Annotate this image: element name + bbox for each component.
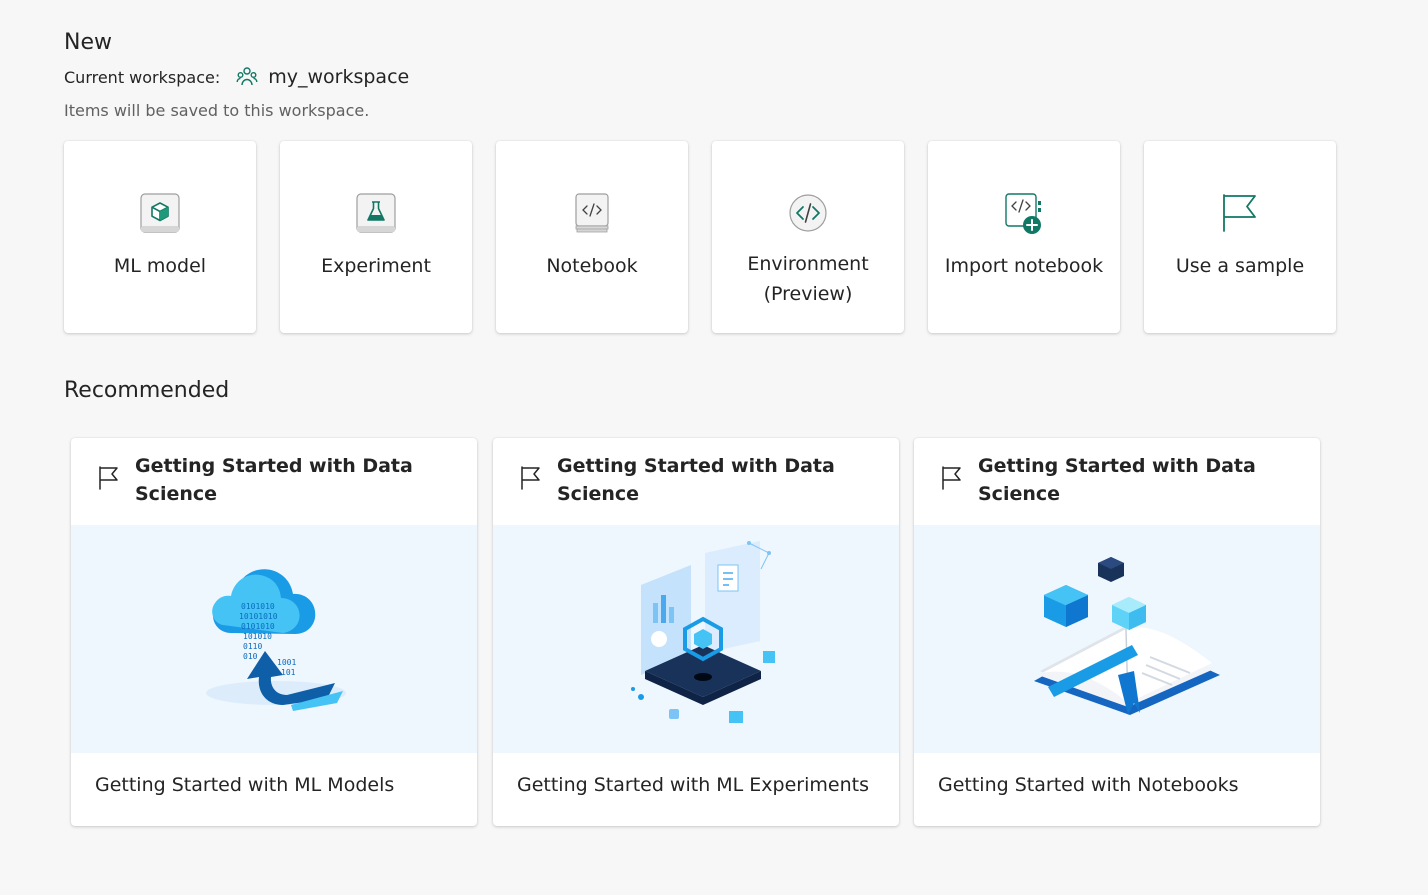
recommended-card-ml-models[interactable]: Getting Started with Data Science 010101… — [71, 438, 477, 826]
svg-text:0101010: 0101010 — [241, 602, 275, 611]
new-import-notebook-card[interactable]: Import notebook — [928, 141, 1120, 333]
recommended-card-notebooks[interactable]: Getting Started with Data Science Gettin… — [914, 438, 1320, 826]
workspace-label: Current workspace: — [64, 67, 221, 87]
notebook-icon — [572, 193, 612, 233]
new-notebook-card[interactable]: Notebook — [496, 141, 688, 333]
recommended-card-footer: Getting Started with ML Models — [95, 774, 395, 796]
save-hint: Items will be saved to this workspace. — [64, 101, 370, 120]
experiment-flask-icon — [356, 193, 396, 233]
environment-code-icon — [788, 193, 828, 233]
svg-text:0110: 0110 — [243, 642, 262, 651]
new-card-label: Notebook — [546, 255, 638, 277]
flag-icon — [519, 466, 543, 490]
ml-model-cube-icon — [140, 193, 180, 233]
flag-icon — [97, 466, 121, 490]
flag-icon — [1220, 193, 1260, 233]
new-card-label: Use a sample — [1175, 255, 1305, 277]
new-item-page: New Current workspace: my_workspace Item… — [0, 0, 1428, 895]
new-card-label: ML model — [113, 255, 207, 277]
cloud-upload-illustration: 0101010 10101010 0101010 101010 0110 010… — [71, 525, 477, 753]
recommended-card-ml-experiments[interactable]: Getting Started with Data Science Gettin… — [493, 438, 899, 826]
book-cubes-illustration — [914, 525, 1320, 753]
svg-text:1001: 1001 — [277, 658, 296, 667]
recommended-card-footer: Getting Started with ML Experiments — [517, 774, 869, 796]
workspace-row: Current workspace: my_workspace — [64, 64, 409, 90]
page-title: New — [64, 30, 112, 55]
use-sample-card[interactable]: Use a sample — [1144, 141, 1336, 333]
new-card-label: Environment (Preview) — [747, 253, 869, 305]
new-card-label: Import notebook — [944, 255, 1104, 277]
recommended-card-heading: Getting Started with Data Science — [135, 455, 413, 505]
svg-text:101010: 101010 — [243, 632, 272, 641]
svg-text:0101010: 0101010 — [241, 622, 275, 631]
svg-text:010: 010 — [243, 652, 258, 661]
new-environment-card[interactable]: Environment (Preview) — [712, 141, 904, 333]
workspace-people-icon — [236, 66, 258, 88]
import-notebook-icon — [1004, 193, 1044, 234]
recommended-card-heading: Getting Started with Data Science — [978, 455, 1256, 505]
recommended-card-heading: Getting Started with Data Science — [557, 455, 835, 505]
new-ml-model-card[interactable]: ML model — [64, 141, 256, 333]
new-experiment-card[interactable]: Experiment — [280, 141, 472, 333]
recommended-heading: Recommended — [64, 378, 230, 403]
new-card-label: Experiment — [321, 255, 431, 277]
svg-text:101: 101 — [281, 668, 296, 677]
recommended-card-footer: Getting Started with Notebooks — [938, 774, 1239, 796]
data-platform-illustration — [493, 525, 899, 753]
flag-icon — [940, 466, 964, 490]
workspace-name[interactable]: my_workspace — [268, 66, 409, 88]
svg-text:10101010: 10101010 — [239, 612, 278, 621]
